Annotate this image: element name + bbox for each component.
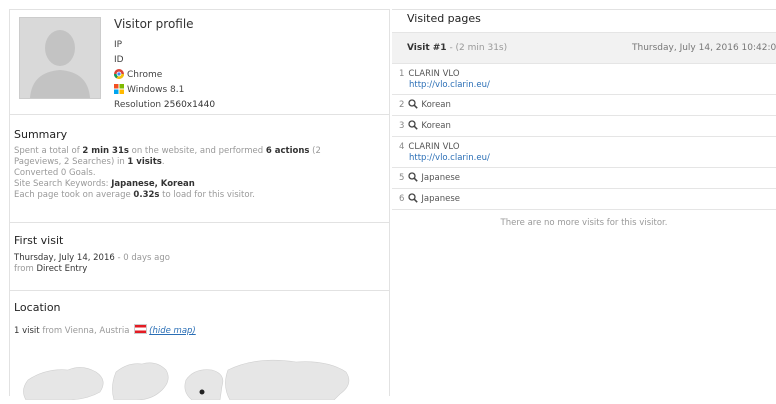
windows-icon <box>114 84 124 97</box>
profile-header: Visitor profile IP ID Chrome Windows 8.1… <box>10 10 389 115</box>
action-title: CLARIN VLO <box>408 142 460 152</box>
ip-label: IP <box>114 40 123 50</box>
location-line: 1 visit from Vienna, Austria (hide map) <box>14 324 196 336</box>
avatar <box>19 17 101 99</box>
id-label: ID <box>114 55 124 65</box>
first-visit-source: from Direct Entry <box>14 264 88 274</box>
location-section: Location 1 visit from Vienna, Austria (h… <box>10 291 389 337</box>
resolution-value: 2560x1440 <box>163 100 216 110</box>
visit-label: Visit #1 - (2 min 31s) <box>407 43 508 53</box>
chrome-icon <box>114 69 124 82</box>
action-title: Korean <box>421 100 451 110</box>
summary-line-4: Site Search Keywords: Japanese, Korean <box>14 179 195 189</box>
visited-pages-title: Visited pages <box>407 12 481 25</box>
action-item[interactable]: 1 CLARIN VLO http://vlo.clarin.eu/ <box>392 64 776 95</box>
action-item[interactable]: 3 Korean <box>392 116 776 137</box>
first-visit-date: Thursday, July 14, 2016 - 0 days ago <box>14 253 170 263</box>
action-item[interactable]: 6 Japanese <box>392 189 776 210</box>
visit-location-marker <box>199 389 205 395</box>
first-visit-section: First visit Thursday, July 14, 2016 - 0 … <box>10 223 389 291</box>
hide-map-link[interactable]: (hide map) <box>149 326 196 336</box>
first-visit-title: First visit <box>14 234 64 247</box>
action-url-link[interactable]: http://vlo.clarin.eu/ <box>409 153 490 163</box>
austria-flag-icon <box>134 324 148 334</box>
summary-line-3: Converted 0 Goals. <box>14 168 96 178</box>
search-icon <box>408 170 419 190</box>
action-item[interactable]: 5 Japanese <box>392 168 776 189</box>
action-title: Korean <box>421 121 451 131</box>
action-item[interactable]: 4 CLARIN VLO http://vlo.clarin.eu/ <box>392 137 776 168</box>
search-icon <box>408 191 419 211</box>
os-name: Windows 8.1 <box>127 85 185 95</box>
summary-section: Summary Spent a total of 2 min 31s on th… <box>10 115 389 223</box>
browser-info: Chrome <box>114 69 162 82</box>
location-title: Location <box>14 301 61 314</box>
os-info: Windows 8.1 <box>114 84 184 97</box>
browser-name: Chrome <box>127 70 163 80</box>
action-item[interactable]: 2 Korean <box>392 95 776 116</box>
action-title: Japanese <box>421 194 461 204</box>
summary-line-1: Spent a total of 2 min 31s on the websit… <box>14 146 321 156</box>
summary-title: Summary <box>14 128 68 141</box>
visited-pages-panel: Visited pages Visit #1 - (2 min 31s) Thu… <box>392 9 776 396</box>
action-url-link[interactable]: http://vlo.clarin.eu/ <box>409 80 490 90</box>
visit-header[interactable]: Visit #1 - (2 min 31s) Thursday, July 14… <box>392 32 776 64</box>
profile-title: Visitor profile <box>114 17 194 31</box>
visit-count: 1 visit <box>14 326 40 336</box>
action-title: CLARIN VLO <box>408 69 460 79</box>
summary-line-5: Each page took on average 0.32s to load … <box>14 190 255 200</box>
resolution-info: Resolution 2560x1440 <box>114 100 215 110</box>
no-more-visits-text: There are no more visits for this visito… <box>500 218 668 228</box>
action-title: Japanese <box>421 173 461 183</box>
search-icon <box>408 118 419 138</box>
visitor-profile-panel: Visitor profile IP ID Chrome Windows 8.1… <box>9 9 390 396</box>
resolution-label: Resolution <box>114 100 162 110</box>
summary-line-2: Pageviews, 2 Searches) in 1 visits. <box>14 157 165 167</box>
search-icon <box>408 97 419 117</box>
visit-date: Thursday, July 14, 2016 10:42:0 <box>632 43 776 53</box>
